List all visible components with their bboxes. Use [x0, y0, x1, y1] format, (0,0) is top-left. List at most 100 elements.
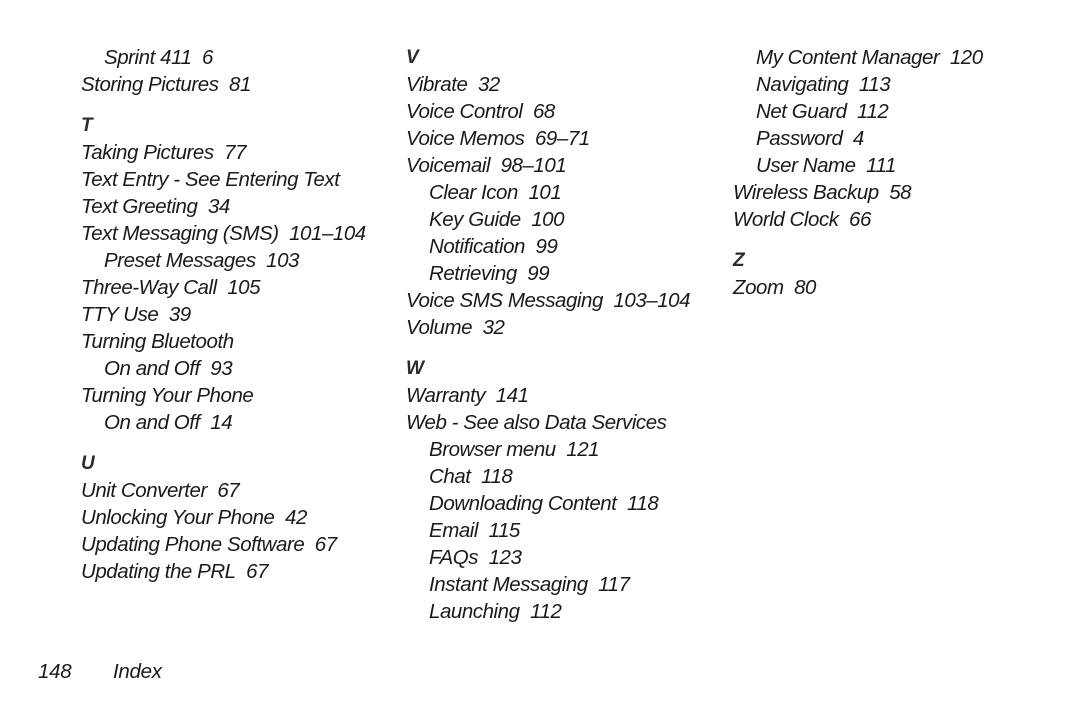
- index-entry-label: Launching: [429, 600, 520, 623]
- index-entry: Taking Pictures 77: [81, 139, 401, 166]
- index-entry-page-ref: 101–104: [289, 222, 366, 245]
- index-entry: Turning Your Phone: [81, 382, 401, 409]
- index-entry-page-ref: 118: [481, 465, 513, 488]
- section-letter-z: Z: [733, 250, 745, 271]
- index-entry-label: Wireless Backup: [733, 181, 879, 204]
- index-entry-label: Text Messaging (SMS): [81, 222, 279, 245]
- folio-label: Index: [113, 660, 162, 683]
- index-entry: My Content Manager 120: [733, 44, 1053, 71]
- index-entry-label: Chat: [429, 465, 471, 488]
- index-entry-page-ref: 67: [314, 533, 337, 556]
- index-entry-page-ref: 112: [857, 100, 889, 123]
- index-entry-label: User Name: [756, 154, 856, 177]
- section-letter-v: V: [406, 47, 419, 68]
- index-entry-label: Key Guide: [429, 208, 521, 231]
- index-entry-label: Clear Icon: [429, 181, 518, 204]
- section-letter-u: U: [81, 453, 95, 474]
- index-entry-label: Retrieving: [429, 262, 517, 285]
- index-entry-page-ref: 14: [210, 411, 233, 434]
- index-entry: Text Greeting 34: [81, 193, 401, 220]
- index-group: W Warranty 141 Web - See also Data Services…: [406, 355, 726, 625]
- index-entry-label: My Content Manager: [756, 46, 940, 69]
- index-entry-page-ref: 67: [246, 560, 269, 583]
- index-entry-label: Vibrate: [406, 73, 468, 96]
- index-entry-page-ref: 99: [527, 262, 550, 285]
- index-entry: Voice Memos 69–71: [406, 125, 726, 152]
- index-entry-label: Web - See also Data Services: [406, 411, 667, 434]
- index-entry: Warranty 141: [406, 382, 726, 409]
- index-entry-label: Downloading Content: [429, 492, 617, 515]
- index-entry: Wireless Backup 58: [733, 179, 1053, 206]
- index-entry-page-ref: 67: [217, 479, 240, 502]
- index-entry-page-ref: 66: [849, 208, 871, 231]
- index-entry: FAQs 123: [406, 544, 726, 571]
- index-entry: Turning Bluetooth: [81, 328, 401, 355]
- index-entry-page-ref: 111: [866, 154, 896, 177]
- index-entry: TTY Use 39: [81, 301, 401, 328]
- index-entry-page-ref: 77: [224, 141, 247, 164]
- index-entry-label: Preset Messages: [104, 249, 256, 272]
- index-entry-page-ref: 93: [210, 357, 233, 380]
- index-entry-label: Navigating: [756, 73, 849, 96]
- index-entry: Zoom 80: [733, 274, 1053, 301]
- index-entry-label: Warranty: [406, 384, 486, 407]
- index-entry-page-ref: 34: [207, 195, 230, 218]
- index-entry-label: Updating the PRL: [81, 560, 236, 583]
- index-entry: Instant Messaging 117: [406, 571, 726, 598]
- index-column-3: My Content Manager 120 Navigating 113 Net Gu…: [733, 44, 1053, 301]
- index-entry-page-ref: 118: [626, 492, 659, 515]
- index-entry-page-ref: 80: [794, 276, 817, 299]
- index-entry-label: Browser menu: [429, 438, 556, 461]
- index-entry-label: Storing Pictures: [81, 73, 219, 96]
- index-entry-page-ref: 98–101: [500, 154, 567, 177]
- index-entry-page-ref: 101: [528, 181, 562, 204]
- index-entry-label: Updating Phone Software: [81, 533, 305, 556]
- index-entry-page-ref: 115: [488, 519, 521, 542]
- index-entry-label: On and Off: [104, 411, 200, 434]
- page-footer: 148 Index: [38, 660, 538, 684]
- index-entry: Voicemail 98–101: [406, 152, 726, 179]
- index-entry: Vibrate 32: [406, 71, 726, 98]
- index-entry-label: Voice Control: [406, 100, 523, 123]
- index-entry: Storing Pictures 81: [81, 71, 401, 98]
- index-entry: On and Off 93: [81, 355, 401, 382]
- index-entry-label: FAQs: [429, 546, 479, 569]
- index-entry-page-ref: 32: [477, 73, 500, 96]
- index-entry-page-ref: 103–104: [613, 289, 691, 312]
- index-group: U Unit Converter 67 Unlocking Your Phone 42 U…: [81, 450, 401, 585]
- index-entry: Notification 99: [406, 233, 726, 260]
- index-entry-page-ref: 69–71: [534, 127, 590, 150]
- index-entry: Navigating 113: [733, 71, 1053, 98]
- index-entry-page-ref: 42: [285, 506, 307, 529]
- index-entry: Voice SMS Messaging 103–104: [406, 287, 726, 314]
- index-entry-label: Turning Bluetooth: [81, 330, 234, 353]
- index-entry-label: Volume: [406, 316, 473, 339]
- index-group: My Content Manager 120 Navigating 113 Net Gu…: [733, 44, 1053, 233]
- index-entry-label: Sprint 411: [104, 46, 192, 69]
- index-column-1: Sprint 411 6 Storing Pictures 81 T Taking Pic…: [81, 44, 401, 585]
- index-entry: World Clock 66: [733, 206, 1053, 233]
- index-entry-page-ref: 100: [531, 208, 565, 231]
- index-entry-page-ref: 6: [201, 46, 213, 69]
- index-entry-page-ref: 105: [227, 276, 261, 299]
- index-column-2: V Vibrate 32 Voice Control 68 Voice Memos 69–7…: [406, 44, 726, 625]
- index-entry-label: Three-Way Call: [81, 276, 217, 299]
- index-entry-page-ref: 99: [535, 235, 558, 258]
- index-entry-page-ref: 121: [566, 438, 600, 461]
- index-columns: Sprint 411 6 Storing Pictures 81 T Taking Pic…: [0, 0, 1080, 650]
- index-entry-page-ref: 123: [488, 546, 522, 569]
- index-entry: User Name 111: [733, 152, 1053, 179]
- index-entry-label: Net Guard: [756, 100, 847, 123]
- index-entry: Key Guide 100: [406, 206, 726, 233]
- index-entry-page-ref: 112: [530, 600, 562, 623]
- index-entry-label: Text Entry - See Entering Text: [81, 168, 340, 191]
- index-entry-page-ref: 113: [858, 73, 891, 96]
- index-entry: Chat 118: [406, 463, 726, 490]
- index-entry-label: World Clock: [733, 208, 839, 231]
- index-entry: Sprint 411 6: [81, 44, 401, 71]
- index-entry: Launching 112: [406, 598, 726, 625]
- index-entry-label: Voice Memos: [406, 127, 525, 150]
- index-entry: Clear Icon 101: [406, 179, 726, 206]
- index-entry-label: Voice SMS Messaging: [406, 289, 603, 312]
- index-entry-page-ref: 32: [482, 316, 505, 339]
